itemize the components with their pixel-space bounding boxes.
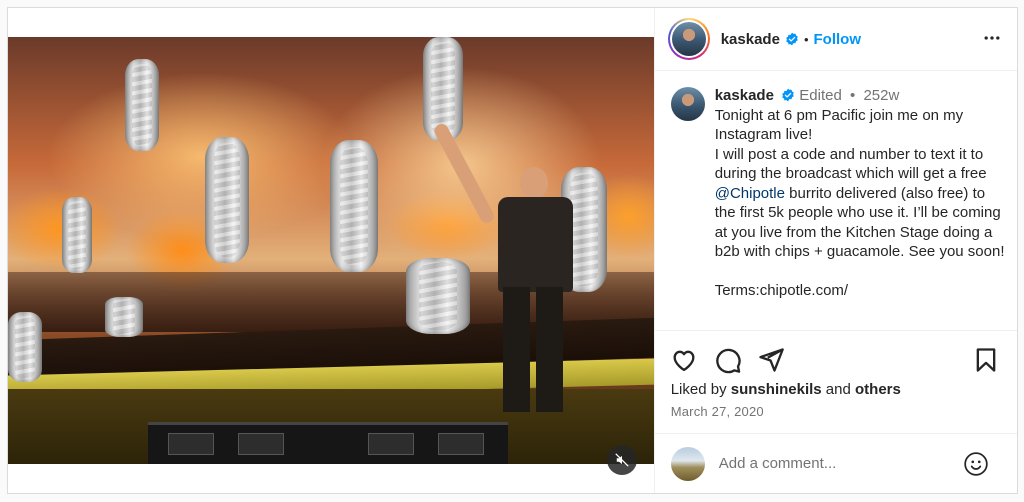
liked-by-others[interactable]: others [855, 381, 901, 398]
more-options-icon [984, 36, 1000, 40]
bookmark-icon [976, 348, 996, 372]
dj-deck [368, 433, 414, 455]
post-date[interactable]: March 27, 2020 [671, 404, 764, 419]
dj-deck [438, 433, 484, 455]
post-header: kaskade • Follow [654, 8, 1017, 71]
performer-legs [503, 287, 563, 412]
likes-summary: Liked by sunshinekils and others [671, 381, 901, 398]
viewer-avatar [670, 446, 705, 481]
like-button[interactable] [670, 346, 698, 374]
dj-booth [148, 422, 508, 464]
follow-button[interactable]: Follow [814, 31, 862, 48]
performer-body [498, 197, 573, 292]
burrito-image [62, 197, 92, 273]
caption-author-username[interactable]: kaskade [715, 87, 774, 104]
caption-author-avatar[interactable] [670, 87, 705, 121]
comment-input[interactable] [718, 455, 959, 472]
burrito-image [8, 312, 42, 382]
performer-arm [432, 121, 497, 226]
mention-link[interactable]: @Chipotle [715, 185, 785, 202]
dj-deck [238, 433, 284, 455]
edited-label: Edited [799, 87, 842, 104]
comment-button[interactable] [714, 346, 742, 374]
share-button[interactable] [757, 346, 785, 374]
burrito-image [105, 297, 143, 337]
likes-joiner: and [821, 381, 856, 398]
caption-body: Tonight at 6 pm Pacific join me on my In… [715, 106, 1005, 301]
post-age[interactable]: 252w [863, 87, 899, 104]
emoji-button[interactable] [963, 451, 989, 477]
post-video[interactable] [8, 37, 655, 464]
post-dialog: kaskade • Follow kaskade Edited • 252w T… [7, 7, 1018, 494]
performer-head [520, 167, 548, 199]
caption-text-part: Tonight at 6 pm Pacific join me on my In… [714, 106, 987, 183]
comment-icon [715, 348, 741, 374]
burrito-image [125, 59, 159, 151]
caption: kaskade Edited • 252w Tonight at 6 pm Pa… [715, 86, 1005, 329]
post-media[interactable] [8, 8, 655, 493]
burrito-image [330, 140, 378, 272]
dj-deck [168, 433, 214, 455]
likes-prefix: Liked by [670, 381, 731, 398]
dj-performer [432, 121, 588, 427]
header-separator: • [803, 31, 809, 47]
emoji-icon [964, 452, 988, 476]
author-avatar[interactable] [671, 22, 706, 56]
post-side-panel: kaskade • Follow kaskade Edited • 252w T… [653, 8, 1017, 493]
verified-badge-icon [786, 32, 798, 46]
share-icon [759, 348, 784, 372]
mute-toggle-button[interactable] [606, 445, 637, 475]
more-options-button[interactable] [981, 28, 1003, 48]
comment-bar [654, 433, 1017, 493]
caption-separator: • [850, 87, 856, 104]
muted-speaker-icon [615, 453, 629, 467]
verified-badge-icon [782, 88, 794, 102]
author-username[interactable]: kaskade [721, 31, 780, 48]
caption-header: kaskade Edited • 252w [715, 86, 1005, 106]
caption-area: kaskade Edited • 252w Tonight at 6 pm Pa… [655, 72, 1017, 329]
liked-by-user[interactable]: sunshinekils [731, 381, 822, 398]
story-ring[interactable] [667, 18, 710, 60]
burrito-image [406, 258, 470, 334]
burrito-image [205, 137, 249, 263]
save-button[interactable] [972, 346, 1000, 374]
heart-icon [673, 350, 695, 372]
